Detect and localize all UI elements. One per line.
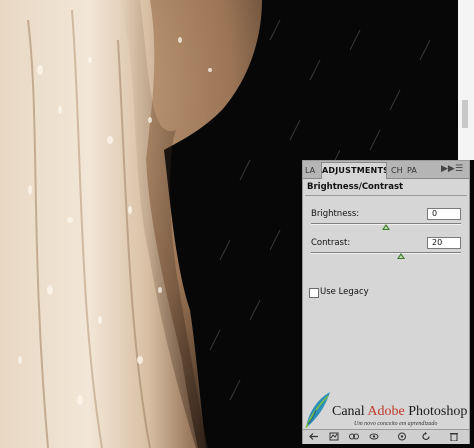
channel-watermark: Canal Adobe Photoshop Um novo conceito e… — [302, 388, 472, 432]
panel-tab-bar: LA ADJUSTMENTS CH PA ▶▶ ☰ — [303, 161, 469, 179]
view-previous-icon[interactable] — [397, 432, 407, 441]
contrast-field[interactable]: 20 — [427, 237, 461, 249]
brand-name: Canal Adobe Photoshop — [332, 404, 467, 420]
adjustment-title: Brightness/Contrast — [307, 182, 404, 192]
brightness-field[interactable]: 0 — [427, 208, 461, 220]
contrast-slider-track[interactable] — [311, 252, 461, 254]
contrast-label: Contrast: — [311, 238, 351, 248]
brightness-slider-thumb[interactable] — [382, 224, 390, 230]
tab-adjustments[interactable]: ADJUSTMENTS — [321, 162, 387, 179]
brand-word-canal: Canal — [332, 404, 365, 419]
adjustments-list-icon[interactable] — [329, 432, 339, 441]
brand-tagline: Um novo conceito em aprendizado — [354, 421, 438, 427]
feather-logo-icon — [305, 392, 330, 429]
brand-word-photoshop: Photoshop — [408, 404, 468, 419]
clip-layer-icon[interactable] — [349, 432, 359, 441]
screenshot-stage: LA ADJUSTMENTS CH PA ▶▶ ☰ Brightness/Con… — [0, 0, 474, 448]
tab-channels[interactable]: CH — [391, 163, 405, 178]
double-right-arrow-icon[interactable]: ▶▶ — [441, 164, 455, 174]
tab-layers[interactable]: LA — [305, 163, 319, 178]
use-legacy-label: Use Legacy — [320, 287, 369, 297]
brand-word-adobe: Adobe — [367, 404, 405, 419]
reset-icon[interactable] — [421, 432, 431, 441]
delete-icon[interactable] — [449, 432, 459, 441]
panel-menu-icon[interactable]: ☰ — [455, 164, 463, 174]
use-legacy-checkbox[interactable] — [309, 288, 319, 298]
return-arrow-icon[interactable] — [309, 432, 319, 441]
contrast-slider-thumb[interactable] — [397, 253, 405, 259]
brightness-label: Brightness: — [311, 209, 360, 219]
visibility-eye-icon[interactable] — [369, 432, 379, 441]
tab-paths[interactable]: PA — [407, 163, 421, 178]
divider — [305, 195, 467, 196]
